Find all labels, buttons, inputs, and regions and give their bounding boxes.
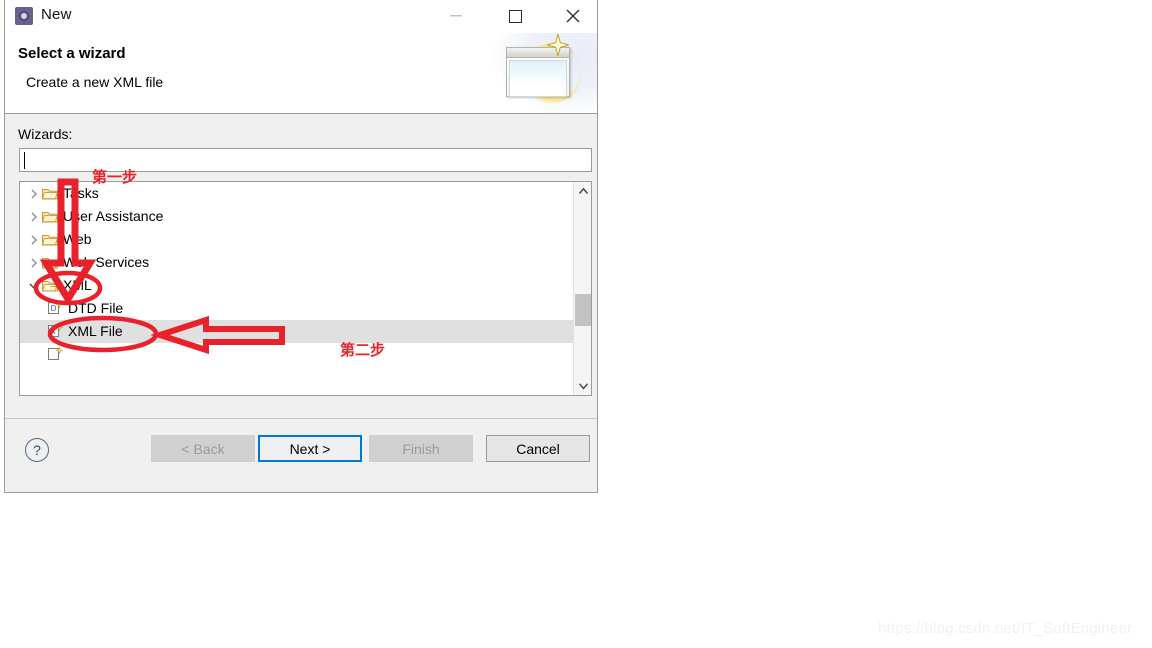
file-icon — [48, 347, 63, 362]
chevron-right-icon[interactable] — [26, 212, 42, 222]
help-button[interactable]: ? — [25, 438, 49, 462]
sparkle-icon — [547, 34, 569, 56]
scroll-down-icon[interactable] — [574, 377, 591, 395]
watermark: https://blog.csdn.net/IT_SoftEngineer — [878, 620, 1133, 637]
chevron-down-icon[interactable] — [26, 282, 42, 290]
tree-item-label: Tasks — [63, 185, 99, 201]
folder-icon — [42, 256, 58, 269]
back-button[interactable]: < Back — [151, 435, 255, 462]
folder-icon — [42, 210, 58, 223]
scrollbar-thumb[interactable] — [575, 294, 591, 326]
tree-item-web[interactable]: Web — [20, 228, 591, 251]
tree-item-xml[interactable]: XML — [20, 274, 591, 297]
new-wizard-dialog: New Select a wizard Create a new XML fil… — [4, 0, 598, 493]
text-caret — [24, 152, 25, 169]
minimize-button[interactable] — [433, 0, 479, 32]
window-title: New — [41, 6, 72, 23]
maximize-button[interactable] — [492, 0, 538, 32]
svg-text:x: x — [52, 327, 56, 336]
cancel-button[interactable]: Cancel — [486, 435, 590, 462]
chevron-right-icon[interactable] — [26, 258, 42, 268]
page-description: Create a new XML file — [26, 74, 164, 90]
tree-item-label: XML — [63, 277, 92, 293]
finish-button[interactable]: Finish — [369, 435, 473, 462]
wizard-tree[interactable]: Tasks User Assistance Web Web Services XML D D… — [19, 181, 592, 396]
tree-item-user-assistance[interactable]: User Assistance — [20, 205, 591, 228]
tree-item-partial[interactable] — [20, 343, 591, 366]
folder-icon — [42, 187, 58, 200]
page-title: Select a wizard — [18, 45, 126, 62]
chevron-right-icon[interactable] — [26, 189, 42, 199]
tree-item-label: DTD File — [68, 300, 124, 316]
svg-text:D: D — [51, 304, 57, 313]
tree-item-xml-file[interactable]: x XML File — [20, 320, 591, 343]
tree-item-label: Web — [63, 231, 92, 247]
dtd-file-icon: D — [48, 301, 63, 316]
dialog-body: Wizards: Tasks User Assistance Web Web Serv… — [5, 114, 597, 452]
tree-item-label: XML File — [68, 323, 123, 339]
next-button[interactable]: Next > — [258, 435, 362, 462]
wizards-label: Wizards: — [18, 126, 73, 142]
scroll-up-icon[interactable] — [574, 182, 591, 200]
chevron-right-icon[interactable] — [26, 235, 42, 245]
dialog-footer: ? < Back Next > Finish Cancel — [5, 418, 597, 492]
tree-scrollbar[interactable] — [573, 182, 591, 395]
folder-open-icon — [42, 279, 58, 292]
tree-item-web-services[interactable]: Web Services — [20, 251, 591, 274]
tree-item-label: Web Services — [63, 254, 150, 270]
wizard-header: Select a wizard Create a new XML file — [5, 33, 597, 114]
folder-icon — [42, 233, 58, 246]
tree-item-dtd-file[interactable]: D DTD File — [20, 297, 591, 320]
title-bar: New — [5, 0, 597, 33]
wizard-sparkle-window-icon — [492, 33, 597, 113]
tree-item-tasks[interactable]: Tasks — [20, 182, 591, 205]
search-input[interactable] — [19, 148, 592, 172]
tree-item-label: User Assistance — [63, 208, 164, 224]
wizard-gear-icon — [15, 7, 33, 25]
xml-file-icon: x — [48, 324, 63, 339]
close-button[interactable] — [550, 0, 596, 32]
